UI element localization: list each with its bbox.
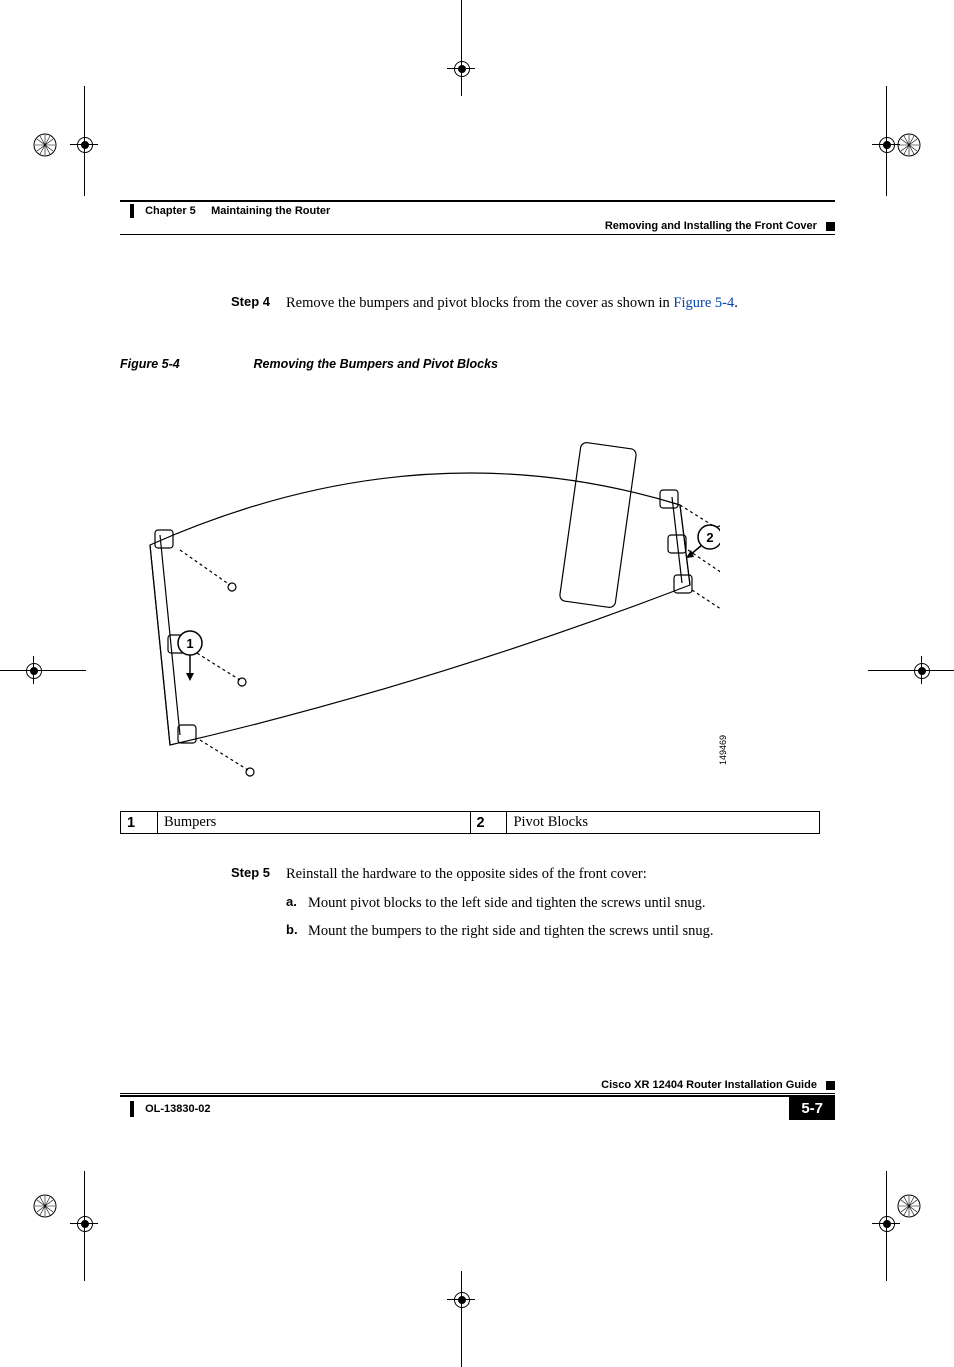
step-text: Reinstall the hardware to the opposite s…	[286, 864, 835, 884]
footer-doc-number: OL-13830-02	[145, 1102, 210, 1114]
registration-mark-icon	[33, 133, 57, 157]
figure-reference-link[interactable]: Figure 5-4	[673, 295, 734, 311]
registration-mark-icon	[33, 1194, 57, 1218]
substep-letter: b.	[286, 921, 308, 941]
chapter-title: Maintaining the Router	[211, 205, 330, 217]
page-footer: Cisco XR 12404 Router Installation Guide…	[120, 1079, 835, 1120]
table-row: 1 Bumpers 2 Pivot Blocks	[121, 812, 820, 834]
section-title: Removing and Installing the Front Cover	[605, 220, 817, 232]
step-4: Step 4 Remove the bumpers and pivot bloc…	[120, 293, 835, 313]
substep-letter: a.	[286, 893, 308, 913]
callout-2-number: 2	[706, 530, 713, 545]
figure-illustration: 1 2 149469	[120, 385, 720, 785]
callout-table: 1 Bumpers 2 Pivot Blocks	[120, 811, 820, 834]
substep-b: b. Mount the bumpers to the right side a…	[286, 921, 835, 941]
callout-number: 1	[121, 812, 158, 834]
callout-number: 2	[470, 812, 507, 834]
figure-number: Figure 5-4	[120, 357, 250, 371]
callout-label: Bumpers	[157, 812, 470, 834]
figure-caption: Figure 5-4 Removing the Bumpers and Pivo…	[120, 357, 835, 371]
footer-bar-icon	[130, 1101, 134, 1117]
step-label: Step 5	[120, 864, 286, 941]
step-text: Remove the bumpers and pivot blocks from…	[286, 293, 835, 313]
registration-mark-icon	[897, 1194, 921, 1218]
header-chapter: Chapter 5 Maintaining the Router	[120, 200, 835, 218]
substep-text: Mount the bumpers to the right side and …	[308, 921, 714, 941]
footer-page-number: 5-7	[789, 1097, 835, 1120]
section-marker-icon	[826, 222, 835, 231]
page-content: Chapter 5 Maintaining the Router Removin…	[120, 200, 835, 1120]
substep-text: Mount pivot blocks to the left side and …	[308, 893, 706, 913]
step-5: Step 5 Reinstall the hardware to the opp…	[120, 864, 835, 941]
footer-book-title: Cisco XR 12404 Router Installation Guide	[601, 1079, 817, 1091]
figure-title: Removing the Bumpers and Pivot Blocks	[253, 357, 498, 371]
registration-mark-icon	[897, 133, 921, 157]
substep-a: a. Mount pivot blocks to the left side a…	[286, 893, 835, 913]
header-section: Removing and Installing the Front Cover	[120, 220, 835, 235]
footer-marker-icon	[826, 1081, 835, 1090]
step-label: Step 4	[120, 293, 286, 313]
callout-label: Pivot Blocks	[507, 812, 820, 834]
chapter-number: Chapter 5	[145, 205, 196, 217]
figure-image-id: 149469	[718, 735, 728, 765]
callout-1-number: 1	[186, 636, 193, 651]
